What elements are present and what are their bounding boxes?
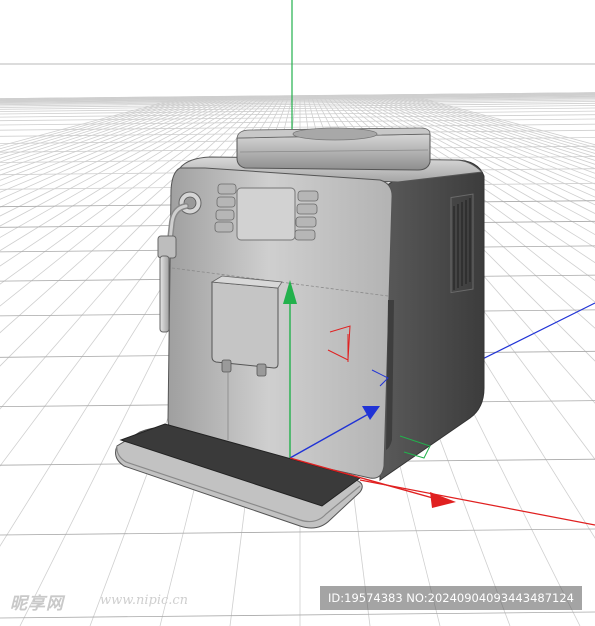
grid-line-depth xyxy=(0,97,197,159)
grid-line-depth xyxy=(0,97,181,147)
machine-side-panel xyxy=(379,159,485,481)
grid-line-width xyxy=(0,110,595,118)
grid-line-depth xyxy=(0,97,193,156)
3d-viewport xyxy=(0,0,595,626)
grid-line-depth xyxy=(0,97,189,153)
grid-line-width xyxy=(0,528,595,536)
watermark-url: www.nipic.cn xyxy=(100,593,189,608)
watermark-logo: 昵享网 xyxy=(10,594,64,614)
steam-knob xyxy=(178,191,202,215)
bean-hopper xyxy=(236,127,431,171)
coffee-machine-model xyxy=(115,127,485,529)
image-id-bar: ID:19574383 NO:20240904093443487124 xyxy=(320,586,582,610)
control-panel xyxy=(214,183,319,241)
